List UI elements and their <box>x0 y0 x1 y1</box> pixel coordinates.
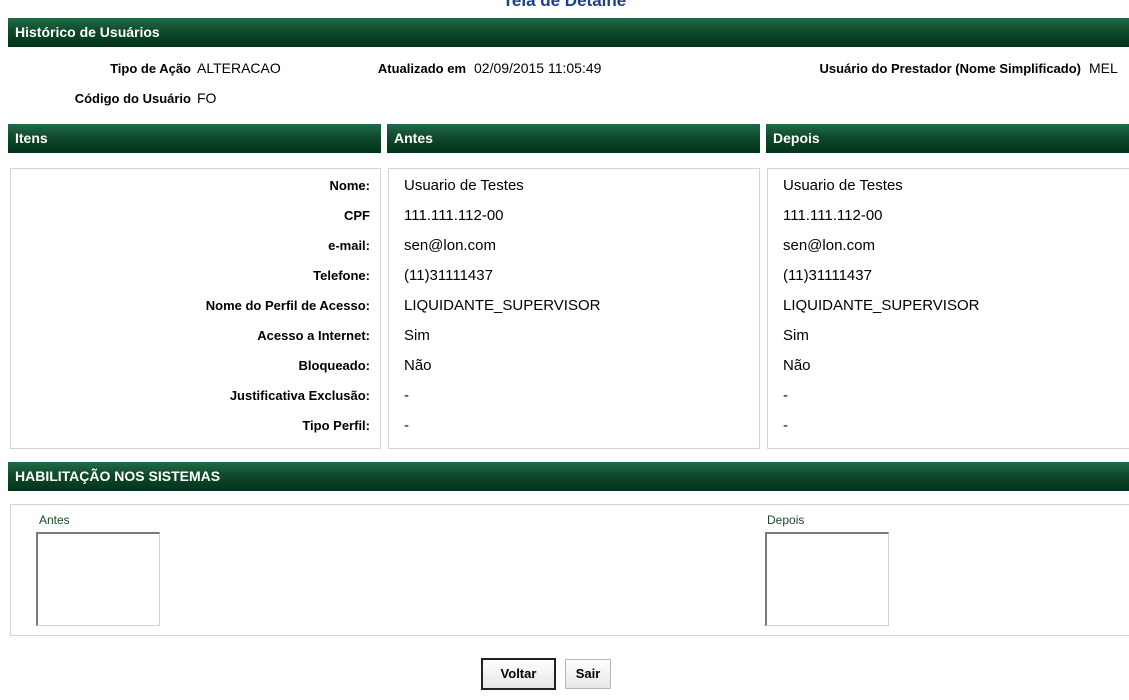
column-header-depois: Depois <box>766 124 1129 153</box>
antes-email: sen@lon.com <box>404 237 496 254</box>
depois-telefone: (11)31111437 <box>783 267 872 284</box>
section-header-historico: Histórico de Usuários <box>8 18 1129 47</box>
antes-acesso-internet: Sim <box>404 327 430 344</box>
atualizado-label: Atualizado em <box>377 61 466 76</box>
sistemas-depois-listbox[interactable] <box>765 532 889 626</box>
voltar-button[interactable]: Voltar <box>481 658 556 690</box>
antes-perfil: LIQUIDANTE_SUPERVISOR <box>404 297 601 314</box>
codigo-usuario-value: FO <box>197 90 217 106</box>
atualizado-value: 02/09/2015 11:05:49 <box>474 60 602 76</box>
row-label-email: e-mail: <box>328 238 370 253</box>
tipo-acao-label: Tipo de Ação <box>110 61 191 76</box>
depois-box: Usuario de Testes 111.111.112-00 sen@lon… <box>767 168 1129 449</box>
row-label-cpf: CPF <box>344 208 370 223</box>
depois-perfil: LIQUIDANTE_SUPERVISOR <box>783 297 980 314</box>
page-title: Tela de Detalhe <box>502 0 627 10</box>
depois-email: sen@lon.com <box>783 237 875 254</box>
antes-telefone: (11)31111437 <box>404 267 493 284</box>
codigo-usuario-label: Código do Usuário <box>74 91 191 106</box>
usuario-prestador-value: MEL <box>1089 60 1118 76</box>
depois-tipo-perfil: - <box>783 417 788 434</box>
antes-cpf: 111.111.112-00 <box>404 207 504 224</box>
sair-button[interactable]: Sair <box>565 659 611 689</box>
section-header-habilitacao: HABILITAÇÃO NOS SISTEMAS <box>8 462 1129 491</box>
column-header-itens: Itens <box>8 124 381 153</box>
row-label-tipo-perfil: Tipo Perfil: <box>302 418 370 433</box>
depois-cpf: 111.111.112-00 <box>783 207 883 224</box>
depois-bloqueado: Não <box>783 357 811 374</box>
antes-bloqueado: Não <box>404 357 432 374</box>
antes-tipo-perfil: - <box>404 417 409 434</box>
row-label-telefone: Telefone: <box>313 268 370 283</box>
habilitacao-depois-label: Depois <box>767 513 805 527</box>
depois-justificativa: - <box>783 387 788 404</box>
depois-nome: Usuario de Testes <box>783 177 903 194</box>
row-label-nome: Nome: <box>329 178 370 193</box>
sistemas-antes-listbox[interactable] <box>36 532 160 626</box>
antes-justificativa: - <box>404 387 409 404</box>
tipo-acao-value: ALTERACAO <box>197 60 281 76</box>
column-header-antes: Antes <box>387 124 760 153</box>
row-label-perfil: Nome do Perfil de Acesso: <box>205 298 370 313</box>
depois-acesso-internet: Sim <box>783 327 809 344</box>
row-label-bloqueado: Bloqueado: <box>298 358 371 373</box>
row-label-justificativa: Justificativa Exclusão: <box>229 388 370 403</box>
habilitacao-antes-label: Antes <box>39 513 70 527</box>
habilitacao-box: Antes Depois <box>10 504 1129 636</box>
antes-box: Usuario de Testes 111.111.112-00 sen@lon… <box>388 168 760 449</box>
row-label-acesso-internet: Acesso a Internet: <box>257 328 370 343</box>
usuario-prestador-label: Usuário do Prestador (Nome Simplificado) <box>819 61 1082 76</box>
antes-nome: Usuario de Testes <box>404 177 524 194</box>
itens-box: Nome: CPF e-mail: Telefone: Nome do Perf… <box>10 168 381 449</box>
